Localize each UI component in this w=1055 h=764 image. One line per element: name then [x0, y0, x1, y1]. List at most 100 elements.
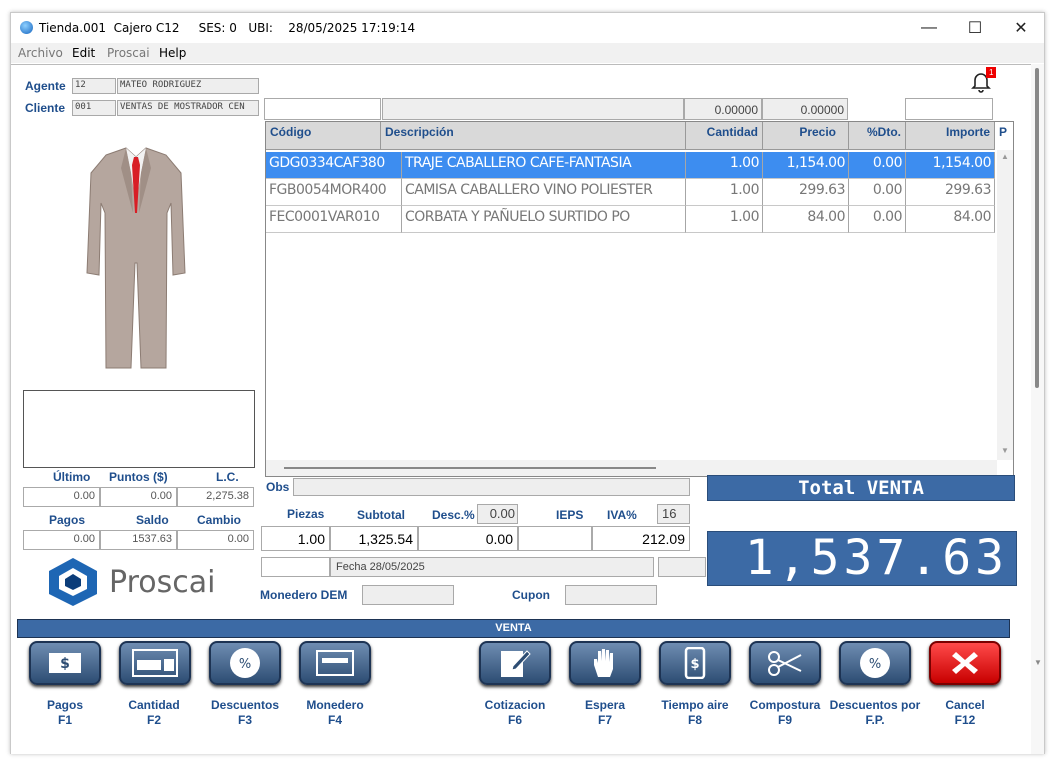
svg-text:%: %	[869, 657, 881, 672]
hand-stop-icon	[594, 649, 613, 677]
cell-qty: 1.00	[686, 152, 763, 179]
scroll-up-icon[interactable]: ▲	[1001, 152, 1009, 161]
cupon-field[interactable]	[565, 585, 657, 605]
grid-horizontal-scrollbar[interactable]	[266, 460, 997, 476]
table-row[interactable]: GDG0334CAF380 TRAJE CABALLERO CAFE-FANTA…	[266, 152, 996, 179]
window-scroll-down-icon[interactable]: ▼	[1034, 658, 1042, 667]
cell-desc: CAMISA CABALLERO VINO POLIESTER	[402, 179, 686, 206]
total-venta-amount: 1,537.63	[707, 531, 1017, 586]
close-button[interactable]: ✕	[998, 13, 1044, 43]
scissors-icon	[768, 651, 802, 676]
obs-label: Obs	[266, 480, 290, 494]
discount-badge-icon: %	[860, 648, 890, 678]
scroll-thumb[interactable]	[284, 467, 656, 469]
cell-dto: 0.00	[849, 206, 906, 233]
client-label: Cliente	[25, 101, 66, 115]
desc-field: 0.00	[418, 526, 518, 551]
ticket-field[interactable]	[261, 557, 330, 577]
client-name-field: VENTAS DE MOSTRADOR CEN	[117, 100, 259, 116]
client-code-field[interactable]: 001	[72, 100, 116, 116]
desc-pct-field[interactable]: 0.00	[477, 504, 518, 524]
cell-code: GDG0334CAF380	[266, 152, 402, 179]
monedero-field[interactable]	[362, 585, 454, 605]
descuentos-fp-button[interactable]: %	[839, 641, 911, 685]
window-scroll-thumb[interactable]	[1035, 68, 1039, 388]
cell-desc: TRAJE CABALLERO CAFE-FANTASIA	[402, 152, 686, 179]
tiempo-aire-button[interactable]: $	[659, 641, 731, 685]
cash-icon: $	[49, 653, 81, 673]
scroll-down-icon[interactable]: ▼	[1001, 446, 1009, 455]
col-header-descripcion[interactable]: Descripción	[381, 122, 686, 150]
ieps-field	[518, 526, 592, 551]
extra-entry-input[interactable]	[905, 98, 993, 120]
table-row[interactable]: FGB0054MOR400 CAMISA CABALLERO VINO POLI…	[266, 179, 996, 206]
brand-name: Proscai	[109, 565, 216, 600]
col-header-codigo[interactable]: Código	[266, 122, 381, 150]
col-header-precio[interactable]: Precio	[763, 122, 849, 150]
pos-window: Tienda.001 Cajero C12 SES: 0 UBI: 28/05/…	[10, 12, 1045, 754]
agent-name-field: MATEO RODRIGUEZ	[117, 78, 259, 94]
col-header-dto[interactable]: %Dto.	[849, 122, 906, 150]
discount-badge-icon: %	[230, 648, 260, 678]
espera-button[interactable]	[569, 641, 641, 685]
grid-vertical-scrollbar[interactable]: ▲ ▼	[997, 150, 1013, 460]
agent-label: Agente	[25, 79, 66, 93]
menu-edit[interactable]: Edit	[72, 46, 95, 60]
title-bar[interactable]: Tienda.001 Cajero C12 SES: 0 UBI: 28/05/…	[11, 13, 1044, 43]
cell-qty: 1.00	[686, 179, 763, 206]
monedero-button-label: Monedero F4	[306, 698, 364, 727]
lc-label: L.C.	[216, 470, 239, 484]
cell-amount: 84.00	[906, 206, 995, 233]
col-header-p[interactable]: P	[995, 122, 1013, 150]
monedero-button[interactable]	[299, 641, 371, 685]
cupon-label: Cupon	[512, 588, 550, 602]
cancel-button[interactable]	[929, 641, 1001, 685]
section-header-venta: VENTA	[17, 619, 1010, 638]
subtotal-label: Subtotal	[357, 508, 405, 522]
table-row[interactable]: FEC0001VAR010 CORBATA Y PAÑUELO SURTIDO …	[266, 206, 996, 233]
menu-proscai[interactable]: Proscai	[107, 46, 150, 60]
obs-field[interactable]	[293, 478, 690, 496]
cell-price: 1,154.00	[763, 152, 849, 179]
col-header-importe[interactable]: Importe	[906, 122, 995, 150]
bell-icon[interactable]: 1	[969, 67, 997, 93]
app-globe-icon	[20, 21, 33, 34]
cell-dto: 0.00	[849, 179, 906, 206]
piezas-field: 1.00	[261, 526, 330, 551]
cantidad-button[interactable]	[119, 641, 191, 685]
minimize-button[interactable]: —	[906, 13, 952, 43]
menu-bar: Archivo Edit Proscai Help	[11, 43, 1044, 63]
cotizacion-button[interactable]	[479, 641, 551, 685]
pagos-field: 0.00	[23, 530, 100, 550]
compostura-button[interactable]	[749, 641, 821, 685]
agent-code-field[interactable]: 12	[72, 78, 116, 94]
descuentos-button[interactable]: %	[209, 641, 281, 685]
svg-text:$: $	[60, 656, 70, 672]
ultimo-label: Último	[53, 470, 91, 484]
iva-field: 212.09	[592, 526, 690, 551]
code-entry-input[interactable]	[264, 98, 381, 120]
iva-pct-label: IVA%	[607, 508, 637, 522]
window-title: Tienda.001 Cajero C12 SES: 0 UBI: 28/05/…	[39, 21, 416, 35]
phone-dollar-icon: $	[684, 647, 706, 679]
puntos-label: Puntos ($)	[109, 470, 168, 484]
saldo-field: 1537.63	[100, 530, 177, 550]
customer-info-box	[23, 390, 255, 468]
svg-text:$: $	[690, 657, 699, 672]
menu-help[interactable]: Help	[159, 46, 186, 60]
col-header-cantidad[interactable]: Cantidad	[686, 122, 763, 150]
cantidad-button-label: Cantidad F2	[128, 698, 180, 727]
cell-code: FEC0001VAR010	[266, 206, 402, 233]
maximize-button[interactable]: ☐	[952, 13, 998, 43]
pagos-button[interactable]: $	[29, 641, 101, 685]
window-vertical-scrollbar[interactable]: ▼	[1031, 64, 1044, 754]
pagos-button-label: Pagos F1	[46, 698, 83, 727]
total-venta-label: Total VENTA	[707, 475, 1015, 501]
tiempo-aire-button-label: Tiempo aire F8	[661, 698, 729, 727]
fecha-field: Fecha 28/05/2025	[330, 557, 654, 577]
qty-sum-field: 0.00000	[684, 98, 762, 120]
cambio-field: 0.00	[177, 530, 254, 550]
price-sum-field: 0.00000	[762, 98, 848, 120]
cell-amount: 299.63	[906, 179, 995, 206]
menu-archivo[interactable]: Archivo	[18, 46, 63, 60]
